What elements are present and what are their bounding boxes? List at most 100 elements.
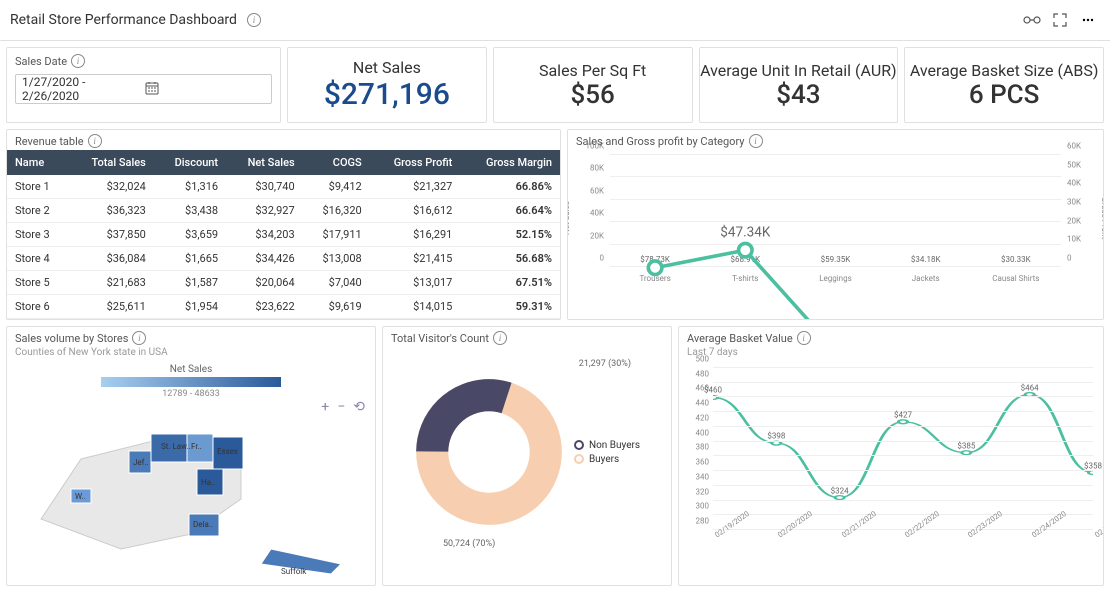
map-panel: Sales volume by Stores i Counties of New… xyxy=(6,326,376,586)
table-row[interactable]: Store 6$25,611$1,954$23,622$9,619$14,015… xyxy=(7,295,560,319)
kpi-aur: Average Unit In Retail (AUR) $43 xyxy=(699,47,899,123)
revenue-table-panel: Revenue table i NameTotal SalesDiscountN… xyxy=(6,129,561,320)
abv-point-label: $385 xyxy=(957,441,975,450)
svg-text:St. Law..: St. Law.. xyxy=(161,442,191,451)
svg-text:Jef..: Jef.. xyxy=(133,458,149,467)
abv-x-label: 02/22/2020 xyxy=(903,532,919,555)
donut-nonbuyers-label: 21,297 (30%) xyxy=(579,359,631,369)
svg-text:W..: W.. xyxy=(75,492,86,501)
title-info-icon[interactable]: i xyxy=(247,13,261,27)
bar-value-label: $78.73K xyxy=(640,255,670,264)
table-row[interactable]: Store 3$37,850$3,659$34,203$17,911$16,29… xyxy=(7,223,560,247)
abv-panel: Average Basket Value i Last 7 days 28030… xyxy=(678,326,1104,586)
map-info-icon[interactable]: i xyxy=(132,331,146,345)
table-header[interactable]: COGS xyxy=(303,150,370,175)
kpi-aur-label: Average Unit In Retail (AUR) xyxy=(700,61,897,80)
revenue-table-title: Revenue table xyxy=(15,135,84,148)
table-row[interactable]: Store 5$21,683$1,587$20,064$7,040$13,017… xyxy=(7,271,560,295)
svg-text:Fr..: Fr.. xyxy=(191,442,202,451)
bar-x-label: Leggings xyxy=(811,274,859,283)
bar-value-label: $30.33K xyxy=(1001,255,1031,264)
visitors-donut-chart: 21,297 (30%) Non Buyers Buyers 50,724 (7… xyxy=(383,347,671,557)
category-info-icon[interactable]: i xyxy=(749,134,763,148)
table-header[interactable]: Net Sales xyxy=(226,150,303,175)
kpi-abs-value: 6 PCS xyxy=(969,80,1040,110)
map-zoom-in-icon[interactable]: + xyxy=(321,399,329,415)
table-row[interactable]: Store 4$36,084$1,665$34,426$13,008$21,41… xyxy=(7,247,560,271)
map-legend-label: Net Sales xyxy=(7,360,375,375)
bar-x-label: Causal Shirts xyxy=(992,274,1040,283)
category-chart-panel: Sales and Gross profit by Category i Net… xyxy=(567,129,1104,320)
map-legend-range: 12789 - 48633 xyxy=(7,389,375,399)
glasses-icon[interactable] xyxy=(1020,8,1044,32)
expand-icon[interactable] xyxy=(1048,8,1072,32)
date-range-value: 1/27/2020 - 2/26/2020 xyxy=(22,75,144,103)
abv-subtitle: Last 7 days xyxy=(679,347,1103,360)
kpi-abs: Average Basket Size (ABS) 6 PCS xyxy=(904,47,1104,123)
bar-x-label: Jackets xyxy=(902,274,950,283)
kpi-net-sales-label: Net Sales xyxy=(353,58,421,77)
abv-x-label: 02/19/2020 xyxy=(713,532,729,555)
bar-value-label: $68.91K xyxy=(730,255,760,264)
kpi-sales-sqft-value: $56 xyxy=(570,80,614,110)
table-header[interactable]: Gross Profit xyxy=(370,150,461,175)
abv-point-label: $427 xyxy=(894,410,912,419)
abv-x-label: 02/25/2020 xyxy=(1093,532,1104,555)
kpi-net-sales: Net Sales $271,196 xyxy=(287,47,487,123)
abv-title: Average Basket Value xyxy=(687,332,793,345)
legend-buyers: Buyers xyxy=(574,454,640,465)
revenue-info-icon[interactable]: i xyxy=(88,134,102,148)
table-header[interactable]: Name xyxy=(7,150,69,175)
calendar-icon[interactable] xyxy=(144,80,266,99)
map-reset-icon[interactable]: ⟲ xyxy=(353,399,365,415)
abv-point-label: $464 xyxy=(1021,383,1039,392)
svg-text:Ha..: Ha.. xyxy=(201,478,215,487)
donut-buyers-label: 50,724 (70%) xyxy=(443,539,495,549)
abv-x-label: 02/23/2020 xyxy=(966,532,982,555)
table-row[interactable]: Store 1$32,024$1,316$30,740$9,412$21,327… xyxy=(7,175,560,199)
more-icon[interactable] xyxy=(1076,8,1100,32)
legend-nonbuyers: Non Buyers xyxy=(574,440,640,451)
visitors-title: Total Visitor's Count xyxy=(391,332,489,345)
bar-value-label: $34.18K xyxy=(911,255,941,264)
dashboard-title: Retail Store Performance Dashboard xyxy=(10,12,237,28)
kpi-abs-label: Average Basket Size (ABS) xyxy=(910,61,1099,80)
bar-value-label: $59.35K xyxy=(821,255,851,264)
bar-x-label: T-shirts xyxy=(721,274,769,283)
map-legend-gradient xyxy=(101,377,281,387)
abv-point-label: $460 xyxy=(704,386,722,395)
kpi-sales-sqft-label: Sales Per Sq Ft xyxy=(539,61,646,80)
date-range-input[interactable]: 1/27/2020 - 2/26/2020 xyxy=(15,74,272,104)
map-title: Sales volume by Stores xyxy=(15,332,128,345)
table-header[interactable]: Gross Margin xyxy=(460,150,560,175)
svg-text:Essex: Essex xyxy=(217,447,238,456)
date-filter-label: Sales Date xyxy=(15,55,67,68)
dashboard-header: Retail Store Performance Dashboard i xyxy=(0,0,1110,41)
kpi-aur-value: $43 xyxy=(776,80,820,110)
table-header[interactable]: Total Sales xyxy=(69,150,154,175)
abv-x-label: 02/21/2020 xyxy=(840,532,856,555)
abv-point-label: $358 xyxy=(1084,461,1102,470)
map-subtitle: Counties of New York state in USA xyxy=(7,347,375,360)
table-header[interactable]: Discount xyxy=(154,150,226,175)
table-row[interactable]: Store 2$36,323$3,438$32,927$16,320$16,61… xyxy=(7,199,560,223)
category-chart: Net Sales Gross Profit 020K40K60K80K100K… xyxy=(568,150,1103,285)
kpi-net-sales-value: $271,196 xyxy=(324,77,450,112)
map-canvas[interactable]: + − ⟲ St. Law.. Fr.. Essex Jef.. Ha.. De… xyxy=(7,399,375,579)
abv-x-label: 02/24/2020 xyxy=(1030,532,1046,555)
svg-text:Suffolk: Suffolk xyxy=(281,567,307,576)
abv-x-label: 02/20/2020 xyxy=(776,532,792,555)
visitors-panel: Total Visitor's Count i 21,297 (30%) Non… xyxy=(382,326,672,586)
abv-point-label: $324 xyxy=(831,486,849,495)
bar-x-label: Trousers xyxy=(631,274,679,283)
map-zoom-out-icon[interactable]: − xyxy=(337,399,345,415)
abv-line-chart: 280300320340360380400420440460480500 $46… xyxy=(679,360,1103,560)
date-filter-panel: Sales Date i 1/27/2020 - 2/26/2020 xyxy=(6,47,281,123)
revenue-table: NameTotal SalesDiscountNet SalesCOGSGros… xyxy=(7,150,560,319)
abv-info-icon[interactable]: i xyxy=(797,331,811,345)
visitors-info-icon[interactable]: i xyxy=(493,331,507,345)
svg-text:Dela..: Dela.. xyxy=(193,520,213,529)
date-info-icon[interactable]: i xyxy=(71,54,85,68)
abv-point-label: $398 xyxy=(767,431,785,440)
kpi-sales-sqft: Sales Per Sq Ft $56 xyxy=(493,47,693,123)
